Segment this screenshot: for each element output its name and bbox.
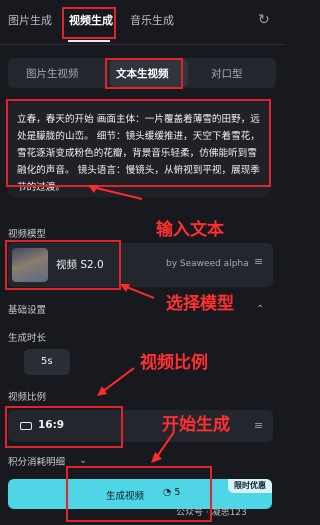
duration-option-5s[interactable]: 5s [24, 349, 70, 375]
sliders-icon[interactable]: ≡ [254, 419, 263, 432]
annotation-box-prompt [6, 99, 271, 187]
annotation-input-text: 输入文本 [156, 220, 224, 240]
annotation-arrow-input [88, 185, 143, 200]
tab-music-generation[interactable]: 音乐生成 [130, 12, 174, 28]
chevron-up-icon[interactable]: ⌃ [256, 304, 264, 315]
annotation-box-model [5, 240, 121, 290]
top-tab-bar: 图片生成 视频生成 音乐生成 ↻ [0, 0, 285, 45]
model-byline: by Seaweed alpha [166, 259, 249, 269]
annotation-box-text-to-video [105, 58, 183, 89]
sliders-icon[interactable]: ≡ [254, 255, 263, 268]
annotation-box-ratio [5, 406, 123, 448]
chevron-down-icon[interactable]: ⌄ [79, 455, 87, 466]
basic-settings-title: 基础设置 [8, 305, 47, 316]
model-section-title: 视频模型 [8, 229, 47, 240]
tab-image-generation[interactable]: 图片生成 [8, 12, 52, 28]
duration-label: 生成时长 [8, 333, 47, 344]
credit-detail-link[interactable]: 积分消耗明细 [8, 454, 65, 468]
annotation-arrow-ratio [97, 367, 135, 396]
active-tab-indicator [68, 40, 110, 42]
annotation-video-ratio: 视频比例 [140, 353, 208, 373]
watermark: 公众号 · 凝思123 [176, 508, 247, 518]
subtab-lip-sync[interactable]: 对口型 [211, 66, 243, 81]
annotation-box-video-tab [62, 7, 116, 39]
ratio-label: 视频比例 [8, 392, 47, 403]
subtab-image-to-video[interactable]: 图片生视频 [26, 66, 79, 81]
annotation-select-model: 选择模型 [166, 294, 234, 314]
annotation-arrow-generate [151, 431, 175, 463]
annotation-arrow-model [120, 284, 155, 299]
promo-badge: 限时优惠 [228, 479, 272, 493]
refresh-icon[interactable]: ↻ [258, 12, 270, 28]
duration-value: 5s [41, 356, 53, 367]
